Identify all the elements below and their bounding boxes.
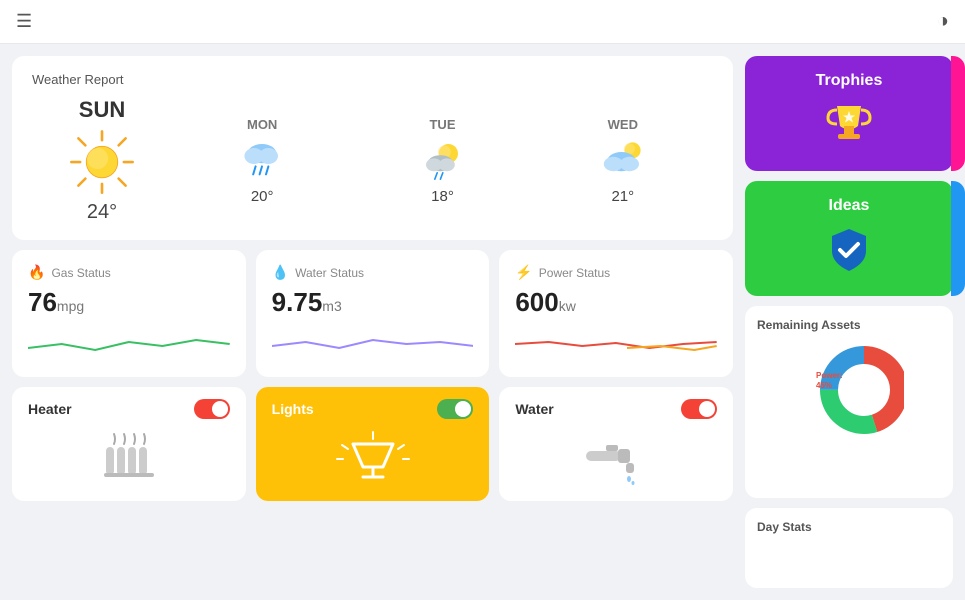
remaining-assets-title: Remaining Assets [757, 318, 941, 332]
water-toggle[interactable] [681, 399, 717, 419]
gas-status-card: 🔥 Gas Status 76mpg [12, 250, 246, 377]
lights-name: Lights [272, 401, 314, 417]
donut-svg: Power: 45% [794, 340, 904, 440]
power-value: 600kw [515, 287, 717, 318]
water-status-card: 💧 Water Status 9.75m3 [256, 250, 490, 377]
water-toggle-knob [699, 401, 715, 417]
lights-icon [333, 429, 413, 489]
theme-toggle-icon[interactable]: ◑ [937, 10, 949, 33]
sun-icon [67, 127, 137, 197]
status-row: 🔥 Gas Status 76mpg 💧 Water Status 9.75m3 [12, 250, 733, 377]
lights-card: Lights [256, 387, 490, 501]
trophy-icon [822, 98, 876, 152]
day-stats-title: Day Stats [757, 520, 941, 534]
weather-forecast: MON 20° TUE [172, 117, 713, 205]
ideas-shield-icon [822, 223, 876, 277]
menu-icon[interactable]: ☰ [16, 11, 32, 32]
water-sparkline [272, 328, 474, 358]
gas-status-label: Gas Status [51, 266, 110, 280]
lights-toggle[interactable] [437, 399, 473, 419]
power-icon: ⚡ [515, 264, 532, 281]
partly-cloudy-icon [418, 136, 466, 184]
heater-icon [94, 429, 164, 489]
gas-icon: 🔥 [28, 264, 45, 281]
weather-days: SUN [32, 97, 713, 224]
donut-chart: Power: 45% [757, 340, 941, 440]
gas-sparkline [28, 328, 230, 358]
weather-day-wed: WED 21° [599, 117, 647, 205]
remaining-assets-card: Remaining Assets Power: 45% [745, 306, 953, 498]
ideas-title: Ideas [829, 197, 870, 215]
day-stats-card: Day Stats [745, 508, 953, 588]
heater-card: Heater [12, 387, 246, 501]
water-status-icon: 💧 [272, 264, 289, 281]
water-faucet-icon [576, 429, 656, 489]
svg-text:45%: 45% [816, 381, 832, 390]
water-value: 9.75m3 [272, 287, 474, 318]
content-area: Weather Report SUN [0, 44, 745, 600]
cloudy-sun-icon [599, 136, 647, 184]
main-layout: Weather Report SUN [0, 44, 965, 600]
power-sparkline [515, 328, 717, 358]
app-header: ☰ ◑ [0, 0, 965, 44]
today-temp: 24° [87, 201, 117, 224]
right-sidebar: Trophies Ideas [745, 44, 965, 600]
power-status-card: ⚡ Power Status 600kw [499, 250, 733, 377]
weather-title: Weather Report [32, 72, 713, 87]
gas-value: 76mpg [28, 287, 230, 318]
heater-name: Heater [28, 401, 72, 417]
weather-day-mon: MON 20° [238, 117, 286, 205]
weather-today: SUN [32, 97, 172, 224]
trophies-title: Trophies [816, 72, 883, 90]
svg-text:Power:: Power: [816, 371, 843, 380]
device-row: Heater [12, 387, 733, 501]
heater-toggle-knob [212, 401, 228, 417]
weather-day-tue: TUE 18° [418, 117, 466, 205]
heater-toggle[interactable] [194, 399, 230, 419]
rain-icon [238, 136, 286, 184]
water-name: Water [515, 401, 553, 417]
ideas-card[interactable]: Ideas [745, 181, 953, 296]
power-status-label: Power Status [539, 266, 610, 280]
today-label: SUN [79, 97, 125, 123]
lights-toggle-knob [455, 401, 471, 417]
weather-card: Weather Report SUN [12, 56, 733, 240]
trophies-card[interactable]: Trophies [745, 56, 953, 171]
water-card: Water [499, 387, 733, 501]
water-status-label: Water Status [295, 266, 364, 280]
